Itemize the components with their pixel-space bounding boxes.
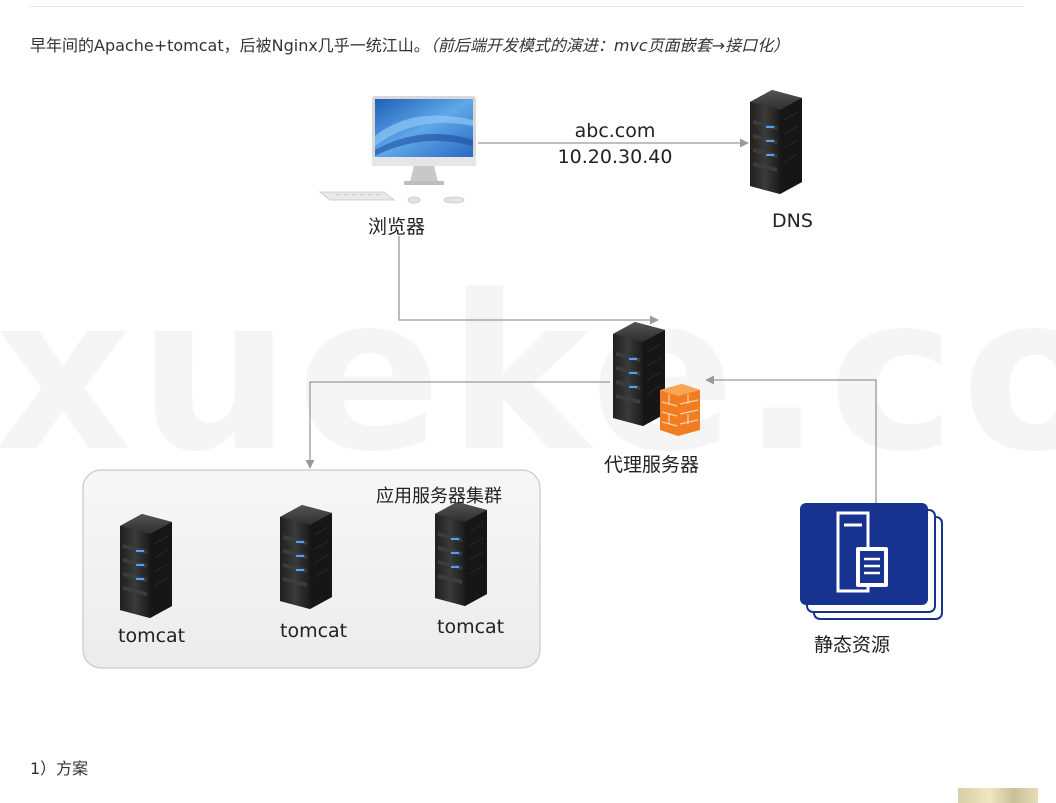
firewall-icon [660,384,700,436]
edge-browser-to-proxy [398,236,659,325]
static-resources-icon [800,503,943,620]
static-resources-label: 静态资源 [814,634,891,656]
dns-server-icon [749,89,803,195]
proxy-server-label: 代理服务器 [604,454,700,476]
tomcat-server-icon [119,513,173,619]
plan-heading: 1）方案 [30,759,89,778]
browser-label: 浏览器 [368,216,426,238]
computer-icon [318,96,476,204]
tomcat-label: tomcat [118,625,186,647]
image-thumbnail-edge [958,788,1038,803]
ip-address-text: 10.20.30.40 [557,146,673,168]
tomcat-label: tomcat [280,620,348,642]
dns-request-label: abc.com 10.20.30.40 [535,118,695,170]
tomcat-label: tomcat [437,616,505,638]
proxy-server-icon [612,321,666,427]
dns-label: DNS [772,210,813,232]
domain-text: abc.com [574,120,656,142]
tomcat-server-icon [434,501,488,607]
tomcat-server-icon [279,504,333,610]
edge-static-to-proxy [705,375,877,503]
architecture-diagram [82,89,943,669]
app-cluster-label: 应用服务器集群 [376,486,502,507]
edge-proxy-to-cluster [305,381,610,469]
page: xueke.com 早年间的Apache+tomcat，后被Nginx几乎一统江… [0,0,1056,803]
